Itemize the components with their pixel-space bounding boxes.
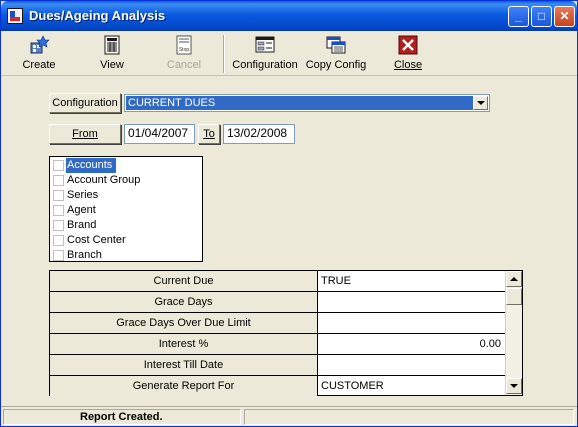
- configuration-label: Configuration: [232, 59, 298, 71]
- view-label: View: [100, 59, 124, 71]
- status-panel: [244, 409, 574, 425]
- grouping-checklist[interactable]: Accounts Account Group Series Agent Bran…: [49, 156, 203, 262]
- checkbox[interactable]: [53, 190, 64, 201]
- table-row[interactable]: Current Due TRUE: [50, 271, 505, 292]
- from-button[interactable]: From: [49, 124, 121, 144]
- scroll-up-icon[interactable]: [506, 271, 522, 287]
- checkbox[interactable]: [53, 250, 64, 261]
- title-bar[interactable]: Dues/Ageing Analysis _ □ ✕: [1, 1, 577, 31]
- status-bar: Report Created.: [1, 406, 577, 426]
- vertical-scrollbar[interactable]: [505, 271, 522, 395]
- close-x-icon: [397, 34, 419, 56]
- table-row[interactable]: Generate Report For CUSTOMER: [50, 376, 505, 397]
- chevron-down-icon[interactable]: [473, 96, 488, 110]
- scroll-thumb[interactable]: [506, 288, 522, 305]
- checkbox[interactable]: [53, 205, 64, 216]
- list-item-accounts[interactable]: Accounts: [51, 158, 201, 173]
- close-button[interactable]: Close: [376, 34, 440, 74]
- property-name: Interest %: [50, 334, 318, 354]
- view-icon: [101, 34, 123, 56]
- dues-ageing-window: Dues/Ageing Analysis _ □ ✕ Create View S…: [0, 0, 578, 427]
- property-value[interactable]: [318, 313, 505, 333]
- checkbox[interactable]: [53, 235, 64, 246]
- checkbox[interactable]: [53, 160, 64, 171]
- property-value[interactable]: [318, 355, 505, 375]
- window-title: Dues/Ageing Analysis: [29, 8, 166, 23]
- list-item-label: Accounts: [66, 158, 117, 173]
- toolbar-separator: [223, 35, 225, 73]
- property-value[interactable]: CUSTOMER: [318, 376, 505, 396]
- close-window-button[interactable]: ✕: [554, 6, 575, 27]
- configuration-dropdown[interactable]: CURRENT DUES: [124, 94, 490, 112]
- table-row[interactable]: Interest % 0.00: [50, 334, 505, 355]
- from-date-field[interactable]: 01/04/2007: [124, 124, 195, 144]
- table-row[interactable]: Grace Days Over Due Limit: [50, 313, 505, 334]
- checkbox[interactable]: [53, 175, 64, 186]
- create-button[interactable]: Create: [7, 34, 71, 74]
- configuration-label-box: Configuration: [49, 93, 121, 113]
- copy-config-label: Copy Config: [305, 59, 367, 71]
- cancel-label: Cancel: [166, 59, 202, 71]
- create-label: Create: [22, 59, 56, 71]
- list-item-label: Branch: [67, 249, 102, 261]
- cancel-icon-text: Stop: [179, 47, 190, 53]
- checkbox[interactable]: [53, 220, 64, 231]
- property-name: Grace Days: [50, 292, 318, 312]
- app-icon[interactable]: [7, 8, 23, 24]
- list-item-label: Agent: [67, 204, 96, 216]
- configuration-value: CURRENT DUES: [126, 96, 473, 110]
- table-row[interactable]: Grace Days: [50, 292, 505, 313]
- list-item-series[interactable]: Series: [51, 188, 201, 203]
- status-message: Report Created.: [3, 409, 241, 425]
- maximize-button[interactable]: □: [531, 6, 552, 27]
- copy-config-button[interactable]: Copy Config: [304, 34, 368, 74]
- cancel-icon: Stop: [173, 34, 195, 56]
- close-label: Close: [393, 59, 423, 71]
- view-button[interactable]: View: [80, 34, 144, 74]
- list-item-label: Cost Center: [67, 234, 126, 246]
- property-name: Interest Till Date: [50, 355, 318, 375]
- property-name: Current Due: [50, 271, 318, 291]
- list-item-label: Brand: [67, 219, 97, 231]
- list-item-branch[interactable]: Branch: [51, 248, 201, 263]
- list-item-agent[interactable]: Agent: [51, 203, 201, 218]
- list-item-label: Account Group: [67, 174, 141, 186]
- toolbar: Create View Stop Cancel Configuration Co…: [1, 31, 577, 76]
- property-value[interactable]: 0.00: [318, 334, 505, 354]
- cancel-button[interactable]: Stop Cancel: [152, 34, 216, 74]
- table-row[interactable]: Interest Till Date: [50, 355, 505, 376]
- create-icon: [28, 34, 50, 56]
- configuration-icon: [254, 34, 276, 56]
- list-item-cost-center[interactable]: Cost Center: [51, 233, 201, 248]
- configuration-button[interactable]: Configuration: [231, 34, 299, 74]
- list-item-account-group[interactable]: Account Group: [51, 173, 201, 188]
- list-item-label: Series: [67, 189, 99, 201]
- list-item-brand[interactable]: Brand: [51, 218, 201, 233]
- property-name: Grace Days Over Due Limit: [50, 313, 318, 333]
- property-name: Generate Report For: [50, 376, 318, 396]
- copy-config-icon: [325, 34, 347, 56]
- properties-grid: Current Due TRUE Grace Days Grace Days O…: [49, 270, 523, 396]
- property-value[interactable]: [318, 292, 505, 312]
- scroll-down-icon[interactable]: [506, 378, 522, 394]
- to-date-field[interactable]: 13/02/2008: [223, 124, 295, 144]
- property-value[interactable]: TRUE: [318, 271, 505, 291]
- to-button[interactable]: To: [198, 124, 220, 144]
- minimize-button[interactable]: _: [508, 6, 529, 27]
